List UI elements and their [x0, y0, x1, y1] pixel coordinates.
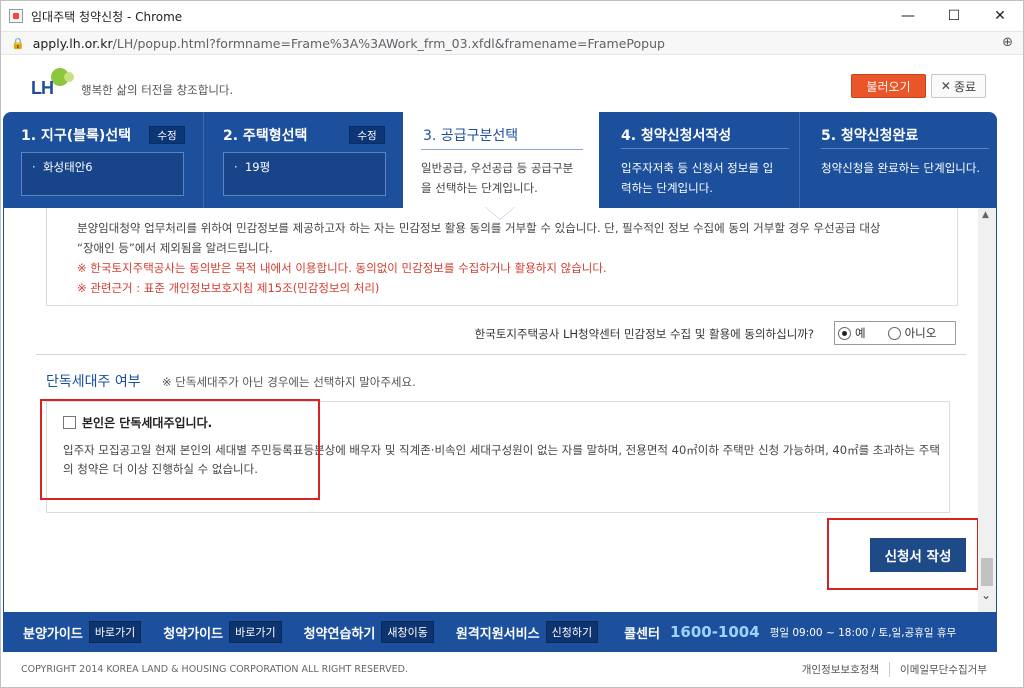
- footer-label: 청약연습하기: [303, 626, 376, 642]
- active-step-pointer: [486, 207, 514, 219]
- page-header: LH 행복한 삶의 터전을 창조합니다. 불러오기 ✕ 종료: [1, 56, 1023, 112]
- step-navigation: 1. 지구(블록)선택 수정 · 화성태안6 2. 주택형선택 수정 · 19평…: [3, 112, 997, 208]
- footer-link-button[interactable]: 바로가기: [88, 621, 142, 643]
- step-description: 청약신청을 완료하는 단계입니다.: [821, 161, 981, 175]
- exit-button[interactable]: ✕ 종료: [931, 74, 986, 98]
- single-household-title: 단독세대주 여부: [46, 374, 141, 390]
- consent-row: 한국토지주택공사 LH청약센터 민감정보 수집 및 활용에 동의하십니까? 예 …: [4, 321, 956, 345]
- step-title: 4. 청약신청서작성: [621, 128, 732, 144]
- footer-item-sale-guide: 분양가이드 바로가기: [23, 621, 142, 643]
- browser-window: 임대주택 청약신청 - Chrome — ☐ ✕ 🔒 apply.lh.or.k…: [0, 0, 1024, 688]
- privacy-notice-1: ※ 한국토지주택공사는 동의받은 목적 내에서 이용합니다. 동의없이 민감정보…: [77, 261, 607, 275]
- step-value: · 19평: [223, 152, 386, 196]
- step-3: 3. 공급구분선택 일반공급, 우선공급 등 공급구분을 선택하는 단계입니다.: [403, 112, 599, 208]
- scroll-thumb[interactable]: [981, 558, 993, 586]
- maximize-button[interactable]: ☐: [931, 1, 977, 31]
- call-center-hours: 평일 09:00 ~ 18:00 / 토,일,공휴일 휴무: [769, 626, 957, 639]
- step-title: 2. 주택형선택: [223, 128, 308, 144]
- scroll-down-icon[interactable]: ⌄: [981, 588, 991, 602]
- consent-radio-group: 예 아니오: [834, 321, 956, 345]
- edit-button[interactable]: 수정: [149, 126, 185, 144]
- slogan: 행복한 삶의 터전을 창조합니다.: [81, 83, 234, 97]
- step-description: 입주자저축 등 신청서 정보를 입력하는 단계입니다.: [621, 161, 774, 195]
- lh-logo: LH: [31, 68, 81, 102]
- step-title: 5. 청약신청완료: [821, 128, 919, 144]
- footer-item-practice: 청약연습하기 새창이동: [304, 621, 434, 643]
- step-description: 일반공급, 우선공급 등 공급구분을 선택하는 단계입니다.: [421, 161, 574, 195]
- privacy-policy-link[interactable]: 개인정보보호정책: [792, 662, 889, 677]
- app-icon: [9, 9, 23, 23]
- minimize-button[interactable]: —: [885, 1, 931, 31]
- consent-yes-radio[interactable]: [838, 326, 851, 340]
- footer-label: 청약가이드: [163, 626, 224, 642]
- single-household-note: ※ 단독세대주가 아닌 경우에는 선택하지 말아주세요.: [162, 375, 416, 389]
- privacy-notice-2: ※ 관련근거 : 표준 개인정보보호지침 제15조(민감정보의 처리): [77, 281, 380, 295]
- zoom-icon[interactable]: ⊕: [1002, 35, 1013, 50]
- consent-no-radio[interactable]: [887, 326, 901, 340]
- footer-link-button[interactable]: 바로가기: [229, 621, 282, 643]
- footer-item-apply-guide: 청약가이드 바로가기: [163, 621, 282, 643]
- close-icon: ✕: [940, 79, 951, 93]
- title-bar: 임대주택 청약신청 - Chrome — ☐ ✕: [1, 1, 1023, 31]
- exit-button-label: 종료: [953, 79, 977, 94]
- footer-item-remote-support: 원격지원서비스 신청하기: [455, 621, 599, 643]
- url-text: apply.lh.or.kr/LH/popup.html?formname=Fr…: [33, 36, 665, 51]
- load-button[interactable]: 불러오기: [851, 74, 926, 98]
- copyright-text: COPYRIGHT 2014 KOREA LAND & HOUSING CORP…: [21, 664, 408, 675]
- privacy-notice: 분양임대청약 업무처리를 위하여 민감정보를 제공하고자 하는 자는 민감정보 …: [46, 208, 958, 306]
- right-gutter: [997, 56, 1023, 687]
- scroll-up-icon[interactable]: ▲: [982, 210, 989, 220]
- footer-links: 개인정보보호정책 이메일무단수집거부: [792, 662, 997, 677]
- window-title: 임대주택 청약신청 - Chrome: [31, 9, 183, 24]
- step-5: 5. 청약신청완료 청약신청을 완료하는 단계입니다.: [799, 112, 997, 208]
- call-center-number: 1600-1004: [669, 623, 760, 641]
- main-content: 분양임대청약 업무처리를 위하여 민감정보를 제공하고자 하는 자는 민감정보 …: [3, 208, 997, 612]
- email-refusal-link[interactable]: 이메일무단수집거부: [889, 662, 997, 677]
- close-window-button[interactable]: ✕: [977, 1, 1023, 31]
- footer-link-button[interactable]: 새창이동: [381, 621, 434, 643]
- edit-button[interactable]: 수정: [349, 126, 385, 144]
- lock-icon: 🔒: [11, 36, 25, 50]
- footer-nav: 분양가이드 바로가기 청약가이드 바로가기 청약연습하기 새창이동 원격지원서비…: [3, 612, 997, 652]
- consent-yes-label[interactable]: 예: [855, 325, 866, 341]
- call-center-label: 콜센터: [624, 626, 660, 642]
- consent-no-label[interactable]: 아니오: [905, 325, 937, 341]
- highlight-box-checkbox: [40, 399, 320, 500]
- highlight-box-submit: [827, 518, 979, 590]
- address-bar[interactable]: 🔒 apply.lh.or.kr/LH/popup.html?formname=…: [1, 31, 1023, 55]
- consent-question: 한국토지주택공사 LH청약센터 민감정보 수집 및 활용에 동의하십니까?: [474, 327, 814, 341]
- footer-label: 분양가이드: [23, 626, 83, 642]
- step-1: 1. 지구(블록)선택 수정 · 화성태안6: [3, 112, 203, 208]
- scrollbar[interactable]: ▲ ⌄: [978, 208, 996, 612]
- footer-link-button[interactable]: 신청하기: [545, 621, 599, 643]
- step-2: 2. 주택형선택 수정 · 19평: [203, 112, 403, 208]
- footer-label: 원격지원서비스: [455, 626, 540, 642]
- url-host: apply.lh.or.kr: [32, 35, 113, 51]
- copyright-bar: COPYRIGHT 2014 KOREA LAND & HOUSING CORP…: [3, 652, 997, 686]
- step-title: 1. 지구(블록)선택: [21, 128, 132, 144]
- step-value: · 화성태안6: [21, 152, 184, 196]
- call-center: 콜센터 1600-1004 평일 09:00 ~ 18:00 / 토,일,공휴일…: [624, 623, 956, 642]
- privacy-text-1: 분양임대청약 업무처리를 위하여 민감정보를 제공하고자 하는 자는 민감정보 …: [77, 221, 881, 235]
- url-path: /LH/popup.html?formname=Frame%3A%3AWork_…: [112, 35, 665, 51]
- step-title: 3. 공급구분선택: [423, 128, 519, 144]
- window-controls: — ☐ ✕: [885, 1, 1023, 31]
- step-4: 4. 청약신청서작성 입주자저축 등 신청서 정보를 입력하는 단계입니다.: [601, 112, 799, 208]
- privacy-text-2: “장애인 등”에서 제외됨을 알려드립니다.: [77, 241, 273, 255]
- section-divider: [36, 354, 966, 355]
